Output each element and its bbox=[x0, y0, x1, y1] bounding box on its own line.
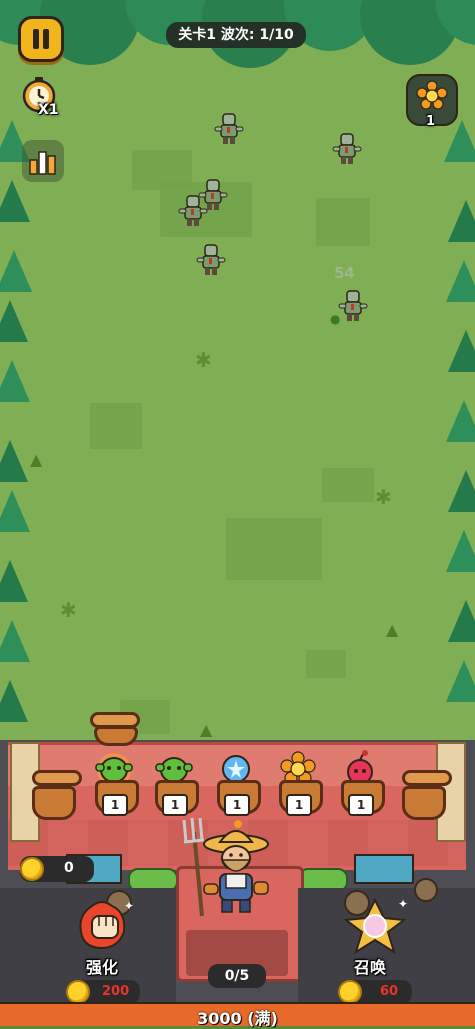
coin-icon bbox=[338, 980, 362, 1004]
grass-patch bbox=[226, 518, 322, 580]
shrub-icon: ▲ bbox=[200, 720, 213, 739]
pot-slot-empty[interactable] bbox=[32, 770, 82, 820]
plant-slot[interactable]: 1 bbox=[338, 750, 385, 816]
coin-icon bbox=[66, 980, 90, 1004]
grass-patch bbox=[316, 198, 370, 246]
svg-text:✦: ✦ bbox=[398, 897, 408, 911]
tree bbox=[0, 490, 30, 532]
pot-slot-empty[interactable] bbox=[90, 712, 140, 746]
plant-level-badge: 1 bbox=[102, 794, 128, 816]
tree bbox=[448, 600, 475, 642]
plant-slot[interactable]: 1 bbox=[92, 750, 139, 816]
grass-patch bbox=[322, 468, 374, 502]
grass-patch bbox=[90, 403, 142, 449]
plant-level-badge: 1 bbox=[348, 794, 374, 816]
shrub-icon: ✱ bbox=[60, 598, 77, 622]
upgrade-label: 强化 bbox=[86, 958, 119, 977]
grass-patch bbox=[306, 650, 346, 678]
coin-amount: 0 bbox=[64, 860, 74, 876]
tree bbox=[0, 180, 30, 222]
summon-cost-value: 60 bbox=[380, 984, 399, 999]
tree bbox=[0, 250, 32, 292]
unit-count: 0/5 bbox=[208, 964, 266, 988]
window bbox=[354, 854, 414, 884]
zombie-enemy bbox=[214, 113, 244, 144]
tree bbox=[446, 660, 475, 702]
flower-count: 1 bbox=[426, 114, 436, 129]
tree bbox=[448, 470, 475, 512]
plant-slot[interactable]: 1 bbox=[214, 750, 261, 816]
upgrade-cost: 200 bbox=[66, 980, 140, 1004]
tree bbox=[444, 120, 475, 162]
zombie-enemy bbox=[196, 244, 226, 275]
plant-slot[interactable]: 1 bbox=[152, 750, 199, 816]
sunflower-icon bbox=[416, 80, 448, 110]
upgrade-cost-value: 200 bbox=[102, 984, 130, 999]
fist-icon: ✦ bbox=[79, 899, 134, 950]
zombie-enemy bbox=[178, 195, 208, 226]
pea-projectile: ● bbox=[330, 312, 341, 326]
tree bbox=[0, 360, 30, 402]
damage-number: 54 bbox=[334, 264, 355, 282]
coin-counter: 0 bbox=[20, 856, 94, 882]
shrub-icon: ✱ bbox=[375, 485, 392, 509]
tree bbox=[0, 440, 28, 482]
tree bbox=[448, 330, 475, 372]
level-wave-indicator: 关卡1 波次: 1/10 bbox=[166, 22, 306, 48]
summon-label: 召唤 bbox=[354, 958, 387, 977]
upgrade-button[interactable]: ✦ 强化 200 bbox=[60, 896, 150, 1006]
stats-button[interactable] bbox=[22, 140, 64, 182]
farmer-hero[interactable] bbox=[176, 812, 280, 922]
total-value: 3000 (满) bbox=[197, 1009, 278, 1028]
bar-chart-icon bbox=[29, 151, 56, 175]
summon-crystal-icon: ✦ bbox=[343, 897, 408, 955]
summon-button[interactable]: ✦ 召唤 60 bbox=[334, 896, 424, 1006]
pause-icon bbox=[33, 29, 49, 49]
summon-cost: 60 bbox=[338, 980, 412, 1004]
plant-slot[interactable]: 1 bbox=[276, 750, 323, 816]
tree bbox=[446, 530, 475, 572]
zombie-enemy bbox=[338, 290, 368, 321]
plant-level-badge: 1 bbox=[286, 794, 312, 816]
tree bbox=[0, 300, 28, 342]
tree bbox=[0, 680, 28, 722]
battle-field: ✱ ✱ ✱ ▲ ▲ ▲ ● 54 bbox=[0, 0, 475, 760]
speed-button[interactable]: X1 bbox=[20, 74, 66, 120]
coin-icon bbox=[20, 857, 44, 881]
tree bbox=[0, 560, 28, 602]
zombie-enemy bbox=[332, 133, 362, 164]
shrub-icon: ✱ bbox=[195, 348, 212, 372]
flower-reserve-button[interactable]: 1 bbox=[406, 74, 458, 129]
tree bbox=[446, 400, 475, 442]
tree bbox=[446, 260, 475, 302]
shrub-icon: ▲ bbox=[386, 620, 399, 639]
shrub-icon: ▲ bbox=[30, 450, 43, 469]
tree bbox=[0, 620, 30, 662]
tree bbox=[448, 200, 475, 242]
total-bar: 3000 (满) bbox=[0, 1002, 475, 1028]
pause-button[interactable] bbox=[18, 16, 64, 62]
svg-text:✦: ✦ bbox=[124, 899, 134, 913]
speed-multiplier: X1 bbox=[38, 102, 59, 118]
pot-slot-empty[interactable] bbox=[402, 770, 452, 820]
